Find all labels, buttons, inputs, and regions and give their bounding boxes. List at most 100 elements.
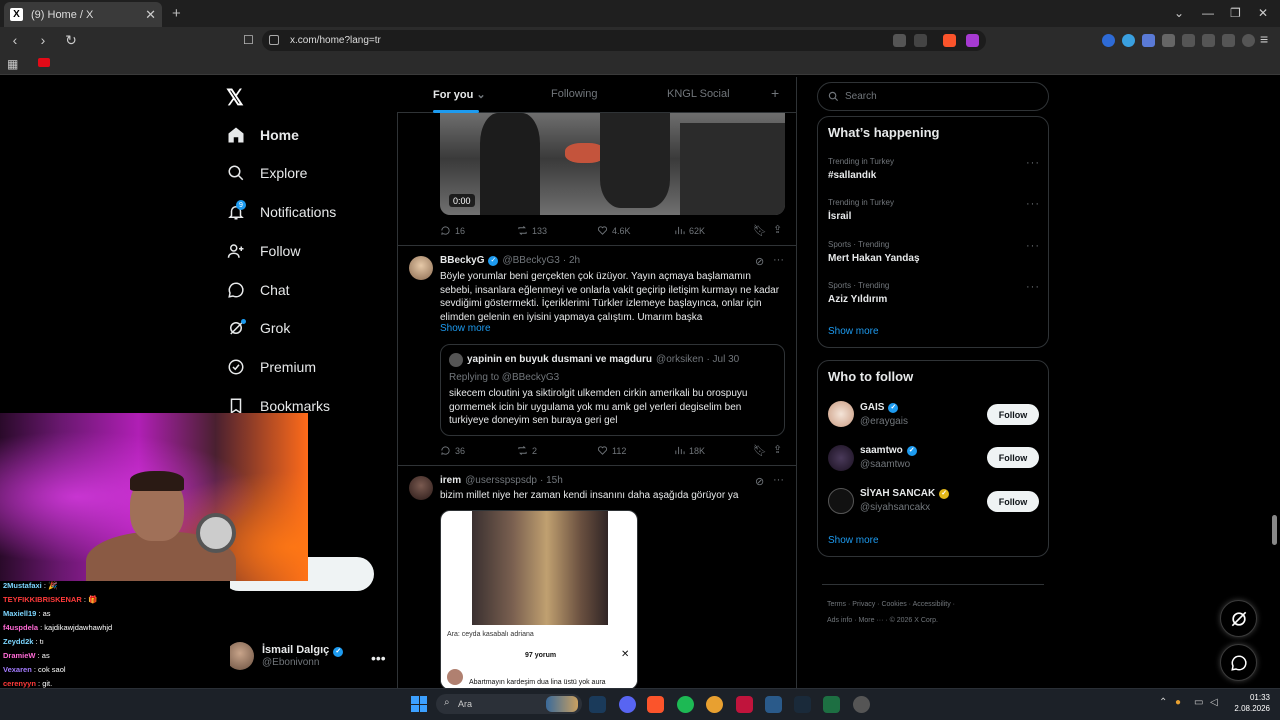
grok-icon[interactable]: ⊘ — [755, 475, 764, 488]
address-bar[interactable]: x.com/home?lang=tr — [262, 30, 986, 51]
sidebar-item-home[interactable]: Home — [226, 120, 299, 150]
spotify-icon[interactable] — [677, 696, 694, 713]
show-more-trends-link[interactable]: Show more — [828, 326, 879, 337]
forward-icon[interactable]: › — [34, 31, 52, 49]
sidebar-item-grok[interactable]: Grok — [226, 313, 290, 343]
extension-icon[interactable] — [1122, 34, 1135, 47]
translate-icon[interactable] — [893, 34, 906, 47]
vpn-icon[interactable] — [1242, 34, 1255, 47]
account-switcher[interactable]: İsmail Dalgıç ✓ @Ebonivonn — [226, 642, 344, 670]
tab-close-icon[interactable]: ✕ — [145, 7, 156, 23]
apps-grid-icon[interactable]: ▦ — [7, 57, 18, 71]
more-icon[interactable]: ··· — [1026, 198, 1040, 210]
trend-title[interactable]: #sallandık — [828, 170, 876, 181]
reply-button[interactable]: 36 — [440, 445, 465, 456]
start-icon[interactable] — [411, 696, 427, 712]
follow-button[interactable]: Follow — [987, 491, 1039, 512]
menu-icon[interactable]: ≡ — [1260, 31, 1268, 47]
clock[interactable]: 01:33 2.08.2026 — [1226, 692, 1270, 714]
leo-ai-icon[interactable] — [1222, 34, 1235, 47]
video-player[interactable] — [440, 113, 785, 215]
site-info-icon[interactable] — [269, 35, 279, 45]
excel-icon[interactable] — [823, 696, 840, 713]
like-button[interactable]: 4.6K — [597, 225, 631, 236]
minimize-icon[interactable]: — — [1202, 6, 1214, 20]
app-icon[interactable] — [706, 696, 723, 713]
sidebar-item-follow[interactable]: Follow — [226, 236, 300, 266]
extension-icon[interactable] — [1102, 34, 1115, 47]
extensions-puzzle-icon[interactable] — [1162, 34, 1175, 47]
sidebar-item-chat[interactable]: Chat — [226, 275, 290, 305]
follow-handle[interactable]: @saamtwo — [860, 459, 910, 470]
footer-line[interactable]: Ads info · More ··· · © 2026 X Corp. — [827, 613, 1037, 629]
tab-following[interactable]: Following — [551, 88, 597, 100]
post-time[interactable]: · 15h — [540, 475, 563, 486]
app-icon[interactable] — [853, 696, 870, 713]
more-icon[interactable]: ··· — [773, 474, 784, 486]
author-name[interactable]: irem — [440, 475, 461, 486]
avatar[interactable] — [828, 401, 854, 427]
post-time[interactable]: · 2h — [563, 255, 580, 266]
grok-fab[interactable] — [1220, 600, 1257, 637]
follow-button[interactable]: Follow — [987, 404, 1039, 425]
tab-kngl-social[interactable]: KNGL Social — [667, 88, 730, 100]
author-handle[interactable]: @usersspspsdp — [465, 475, 537, 486]
more-icon[interactable]: ··· — [1026, 240, 1040, 252]
youtube-bookmark-icon[interactable] — [38, 58, 50, 67]
x-logo-icon[interactable]: 𝕏 — [226, 85, 244, 111]
app-icon[interactable] — [765, 696, 782, 713]
brave-icon[interactable] — [647, 696, 664, 713]
author-name[interactable]: BBeckyG — [440, 255, 484, 266]
add-tab-icon[interactable]: + — [771, 85, 779, 101]
sidebar-item-premium[interactable]: Premium — [226, 352, 316, 382]
repost-button[interactable]: 133 — [517, 225, 547, 236]
bookmark-icon[interactable]: 🔖︎ — [753, 224, 767, 237]
wallet-icon[interactable] — [1202, 34, 1215, 47]
follow-handle[interactable]: @eraygais — [860, 416, 908, 427]
trend-title[interactable]: İsrail — [828, 211, 851, 222]
bookmark-icon[interactable]: 🔖︎ — [753, 444, 767, 457]
trend-title[interactable]: Mert Hakan Yandaş — [828, 253, 920, 264]
follow-button[interactable]: Follow — [987, 447, 1039, 468]
browser-tab[interactable]: X (9) Home / X ✕ — [4, 2, 162, 27]
footer-line[interactable]: Terms · Privacy · Cookies · Accessibilit… — [827, 597, 1037, 613]
tray-chevron-icon[interactable]: ⌃ — [1159, 697, 1167, 708]
sidebar-item-explore[interactable]: Explore — [226, 158, 307, 188]
footer-links[interactable]: Terms · Privacy · Cookies · Accessibilit… — [827, 597, 1037, 629]
sidebar-icon[interactable] — [1182, 34, 1195, 47]
avatar[interactable] — [828, 488, 854, 514]
more-icon[interactable]: ··· — [1026, 281, 1040, 293]
reload-icon[interactable]: ↻ — [62, 31, 80, 49]
grok-icon[interactable]: ⊘ — [755, 255, 764, 268]
reply-button[interactable]: 16 — [440, 225, 465, 236]
views-button[interactable]: 18K — [674, 445, 705, 456]
avatar[interactable] — [409, 256, 433, 280]
steam-icon[interactable] — [589, 696, 606, 713]
more-icon[interactable]: ··· — [1026, 157, 1040, 169]
discord-icon[interactable] — [619, 696, 636, 713]
search-input[interactable]: Search — [817, 82, 1049, 111]
author-handle[interactable]: @BBeckyG3 — [502, 255, 559, 266]
tab-list-icon[interactable]: ⌄ — [1174, 6, 1184, 20]
bookmark-page-icon[interactable]: ☐ — [243, 33, 254, 47]
microphone-icon[interactable]: ● — [1175, 697, 1181, 708]
avatar[interactable] — [828, 445, 854, 471]
post-image[interactable]: ⌕ Ara: ceyda kasabalı adriana 97 yorum ✕… — [440, 510, 638, 690]
back-icon[interactable]: ‹ — [6, 31, 24, 49]
window-close-icon[interactable]: ✕ — [1258, 6, 1268, 20]
views-button[interactable]: 62K — [674, 225, 705, 236]
extension-icon[interactable] — [1142, 34, 1155, 47]
messages-fab[interactable] — [1220, 644, 1257, 681]
follow-name[interactable]: saamtwo ✓ — [860, 445, 917, 456]
show-more-link[interactable]: Show more — [440, 323, 491, 334]
share-icon[interactable]: ⇪ — [773, 443, 782, 456]
zoom-icon[interactable]: ⌕ — [621, 517, 627, 530]
network-icon[interactable]: ▭ — [1194, 697, 1203, 708]
like-button[interactable]: 112 — [597, 445, 626, 456]
more-icon[interactable]: ••• — [371, 650, 386, 666]
new-tab-icon[interactable]: + — [172, 5, 181, 22]
follow-name[interactable]: GAIS ✓ — [860, 402, 899, 413]
repost-button[interactable]: 2 — [517, 445, 537, 456]
scrollbar[interactable] — [1272, 515, 1277, 545]
more-icon[interactable]: ··· — [773, 254, 784, 266]
